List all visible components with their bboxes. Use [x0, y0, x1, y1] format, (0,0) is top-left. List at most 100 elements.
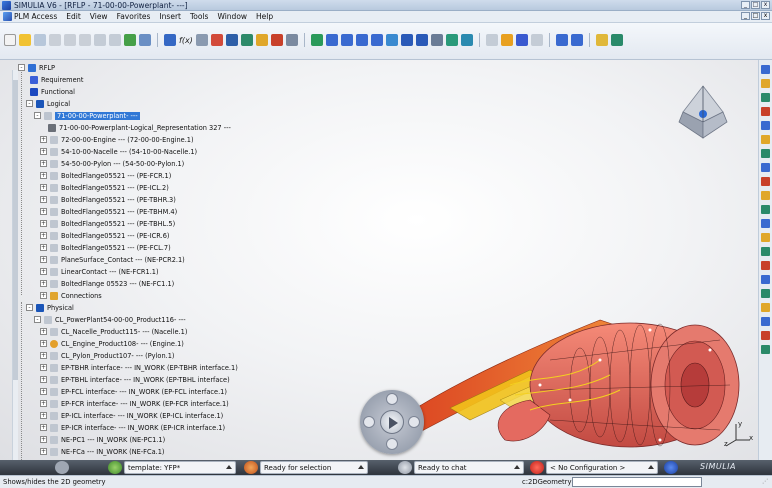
- expand-toggle[interactable]: +: [40, 148, 47, 155]
- tree-node-rflp[interactable]: - RFLP: [18, 62, 55, 73]
- expand-toggle[interactable]: +: [40, 364, 47, 371]
- tree-scrollbar[interactable]: [12, 70, 18, 460]
- tile-icon[interactable]: [570, 34, 583, 46]
- chat-icon[interactable]: [398, 461, 412, 474]
- menu-tools[interactable]: Tools: [190, 12, 208, 21]
- show-icon[interactable]: [460, 34, 473, 46]
- expand-toggle[interactable]: +: [40, 436, 47, 443]
- tree-node-ep-fcr[interactable]: + EP-FCR interface- --- IN_WORK (EP-FCR …: [40, 398, 229, 409]
- tool-icon[interactable]: [761, 275, 770, 284]
- wheel-top-icon[interactable]: [386, 393, 398, 405]
- hide-icon[interactable]: [445, 34, 458, 46]
- knowledge-icon[interactable]: [195, 34, 208, 46]
- light-icon[interactable]: [500, 34, 513, 46]
- formula-icon[interactable]: f(x): [179, 36, 193, 45]
- expand-toggle[interactable]: +: [40, 412, 47, 419]
- expand-toggle[interactable]: +: [40, 256, 47, 263]
- play-button[interactable]: [380, 410, 404, 434]
- fit-all-icon[interactable]: [310, 34, 323, 46]
- zoom-out-icon[interactable]: [370, 34, 383, 46]
- configuration-selector[interactable]: < No Configuration >: [546, 461, 658, 474]
- configuration-icon[interactable]: [530, 461, 544, 474]
- selection-status[interactable]: Ready for selection: [260, 461, 368, 474]
- tree-node-ep-tbhl[interactable]: + EP-TBHL interface- --- IN_WORK (EP-TBH…: [40, 374, 230, 385]
- tree-node-flange-tbhm[interactable]: + BoltedFlange05521 --- (PE-TBHM.4): [40, 206, 177, 217]
- command-input[interactable]: [572, 477, 702, 487]
- save-icon[interactable]: [34, 34, 46, 46]
- tree-node-logical[interactable]: - Logical: [26, 98, 70, 109]
- menu-plm-access[interactable]: PLM Access: [14, 12, 57, 21]
- select-icon[interactable]: [164, 34, 176, 46]
- tree-node-ep-tbhr[interactable]: + EP-TBHR interface- --- IN_WORK (EP-TBH…: [40, 362, 238, 373]
- expand-toggle[interactable]: +: [40, 136, 47, 143]
- layout-icon[interactable]: [555, 34, 568, 46]
- expand-toggle[interactable]: +: [40, 376, 47, 383]
- table-icon[interactable]: [225, 34, 238, 46]
- cut-icon[interactable]: [49, 34, 61, 46]
- open-icon[interactable]: [19, 34, 31, 46]
- tree-node-logical-representation[interactable]: 71-00-00-Powerplant-Logical_Representati…: [48, 122, 231, 133]
- expand-toggle[interactable]: +: [40, 232, 47, 239]
- tool-icon[interactable]: [761, 317, 770, 326]
- compass-widget[interactable]: [675, 82, 731, 142]
- grid-icon[interactable]: [285, 34, 298, 46]
- folder-icon[interactable]: [595, 34, 608, 46]
- tool-icon[interactable]: [761, 65, 770, 74]
- tree-node-engine-product[interactable]: + CL_Engine_Product108- --- (Engine.1): [40, 338, 184, 349]
- pan-icon[interactable]: [325, 34, 338, 46]
- tree-node-plane-contact[interactable]: + PlaneSurface_Contact --- (NE-PCR2.1): [40, 254, 185, 265]
- chat-status[interactable]: Ready to chat: [414, 461, 524, 474]
- tool-icon[interactable]: [761, 149, 770, 158]
- tool-icon[interactable]: [761, 345, 770, 354]
- tool-icon[interactable]: [761, 79, 770, 88]
- hide-show-icon[interactable]: [240, 34, 253, 46]
- tree-node-engine[interactable]: + 72-00-00-Engine --- (72-00-00-Engine.1…: [40, 134, 194, 145]
- expand-toggle[interactable]: +: [40, 268, 47, 275]
- expand-toggle[interactable]: +: [40, 424, 47, 431]
- collapse-toggle[interactable]: -: [18, 64, 25, 71]
- sketch-icon[interactable]: [485, 34, 498, 46]
- 3d-viewport[interactable]: - RFLP Requirement Functional - Logical …: [0, 60, 758, 460]
- doc-close-button[interactable]: x: [761, 12, 770, 20]
- collapse-toggle[interactable]: -: [34, 112, 41, 119]
- redo-icon[interactable]: [109, 34, 121, 46]
- close-button[interactable]: x: [761, 1, 770, 9]
- menu-insert[interactable]: Insert: [159, 12, 181, 21]
- tool-icon[interactable]: [761, 93, 770, 102]
- tree-node-flange-fcl[interactable]: + BoltedFlange05521 --- (PE-FCL.7): [40, 242, 171, 253]
- shading-icon[interactable]: [430, 34, 443, 46]
- wheel-bottom-icon[interactable]: [386, 438, 398, 450]
- expand-toggle[interactable]: +: [40, 220, 47, 227]
- expand-toggle[interactable]: +: [40, 184, 47, 191]
- expand-toggle[interactable]: +: [40, 292, 47, 299]
- menu-window[interactable]: Window: [217, 12, 247, 21]
- collapse-toggle[interactable]: -: [26, 304, 33, 311]
- undo-icon[interactable]: [94, 34, 106, 46]
- expand-toggle[interactable]: +: [40, 340, 47, 347]
- update-icon[interactable]: [124, 34, 136, 46]
- tool-icon[interactable]: [761, 261, 770, 270]
- zoom-in-icon[interactable]: [355, 34, 368, 46]
- expand-toggle[interactable]: +: [40, 388, 47, 395]
- tool-icon[interactable]: [761, 303, 770, 312]
- doc-minimize-button[interactable]: _: [741, 12, 750, 20]
- menu-edit[interactable]: Edit: [66, 12, 81, 21]
- iso-view-icon[interactable]: [415, 34, 428, 46]
- resize-grip-icon[interactable]: ⋰: [762, 478, 768, 485]
- search-icon[interactable]: [610, 34, 623, 46]
- tree-node-nacelle-product[interactable]: + CL_Nacelle_Product115- --- (Nacelle.1): [40, 326, 187, 337]
- tree-scrollbar-thumb[interactable]: [13, 80, 18, 380]
- whats-this-icon[interactable]: [139, 34, 151, 46]
- tree-node-ne-fca[interactable]: + NE-FCa --- IN_WORK (NE-FCa.1): [40, 446, 164, 457]
- tool-icon[interactable]: [761, 219, 770, 228]
- tree-node-flange-tbhl[interactable]: + BoltedFlange05521 --- (PE-TBHL.5): [40, 218, 175, 229]
- navigation-wheel[interactable]: [360, 390, 424, 454]
- copy-icon[interactable]: [64, 34, 76, 46]
- menu-view[interactable]: View: [90, 12, 108, 21]
- menu-help[interactable]: Help: [256, 12, 273, 21]
- tree-node-nacelle[interactable]: + 54-10-00-Nacelle --- (54-10-00-Nacelle…: [40, 146, 197, 157]
- collapse-toggle[interactable]: -: [26, 100, 33, 107]
- expand-toggle[interactable]: +: [40, 352, 47, 359]
- collapse-toggle[interactable]: -: [34, 316, 41, 323]
- tree-node-powerplant[interactable]: - 71-00-00-Powerplant- ---: [34, 110, 140, 121]
